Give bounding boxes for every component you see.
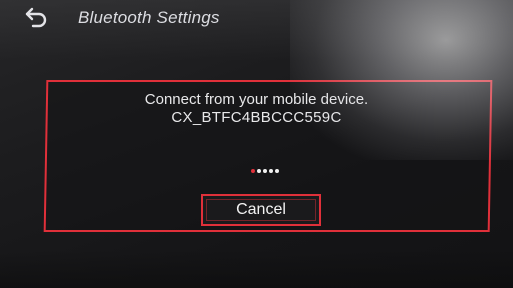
back-arrow-icon — [25, 7, 47, 28]
screen-bottom-shade — [0, 250, 513, 288]
cancel-button[interactable]: Cancel — [201, 194, 321, 226]
page-title: Bluetooth Settings — [78, 8, 220, 27]
cancel-button-inner-frame — [206, 199, 316, 221]
header-bar: Bluetooth Settings — [0, 0, 513, 40]
connect-message: Connect from your mobile device. — [144, 91, 369, 108]
device-name: CX_BTFC4BBCCC559C — [171, 109, 342, 126]
screen: Bluetooth Settings Connect from your mob… — [0, 0, 513, 288]
loading-dots-icon — [251, 169, 279, 173]
back-button[interactable] — [24, 6, 50, 28]
